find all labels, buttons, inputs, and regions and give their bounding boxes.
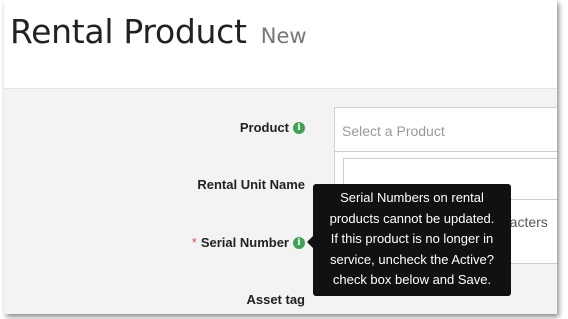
serial-number-label: * Serial Number i [192, 235, 305, 250]
rental-unit-name-label-text: Rental Unit Name [197, 177, 305, 192]
window-frame: Rental Product New Product i Select a Pr… [4, 0, 557, 314]
product-label-text: Product [239, 120, 289, 135]
tooltip-line: Serial Numbers on rental [340, 190, 484, 205]
product-select[interactable]: Select a Product [334, 107, 557, 152]
page-title: Rental Product New [10, 12, 307, 51]
serial-number-label-text: Serial Number [200, 235, 289, 250]
tooltip-line: If this product is no longer in [330, 231, 494, 246]
page-header: Rental Product New [4, 0, 557, 88]
page-title-text: Rental Product [10, 12, 247, 51]
tooltip-line: service, uncheck the Active? [329, 251, 495, 267]
info-circle-icon[interactable]: i [293, 236, 305, 249]
serial-number-tooltip: Serial Numbers on rental products cannot… [307, 184, 511, 296]
tooltip-arrow [307, 236, 313, 248]
tooltip-line: products cannot be updated. [329, 210, 495, 226]
rental-unit-name-label: Rental Unit Name [197, 177, 305, 192]
product-label: Product i [240, 120, 305, 135]
tooltip-line: check box below and Save. [332, 272, 492, 287]
asset-tag-label-text: Asset tag [246, 292, 305, 307]
character-count-hint: racters [505, 214, 548, 230]
info-circle-icon[interactable]: i [293, 121, 305, 134]
page-subtitle: New [260, 24, 307, 48]
asset-tag-label: Asset tag [246, 292, 305, 307]
required-marker: * [191, 235, 197, 250]
product-select-placeholder: Select a Product [342, 123, 445, 139]
